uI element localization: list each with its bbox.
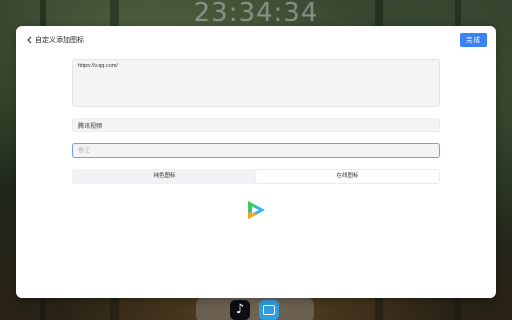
remark-input[interactable]	[72, 143, 440, 158]
lockscreen-clock: 23:34:34	[193, 0, 319, 28]
url-input[interactable]: https://v.qq.com/	[72, 59, 440, 107]
tencent-video-icon[interactable]	[244, 198, 268, 222]
tiktok-icon[interactable]: ♪	[230, 300, 250, 320]
bilibili-icon[interactable]	[259, 300, 279, 320]
icon-type-switcher: 纯色图标 在线图标	[72, 169, 440, 184]
dialog-title: 自定义添加图标	[35, 36, 84, 44]
done-button[interactable]: 完成	[460, 33, 487, 47]
tab-online-icon[interactable]: 在线图标	[256, 170, 439, 183]
name-input[interactable]	[72, 118, 440, 132]
tab-solid-color-icon[interactable]: 纯色图标	[73, 170, 256, 183]
custom-icon-dialog: 自定义添加图标 完成 https://v.qq.com/ 纯色图标 在线图标	[16, 26, 496, 298]
home-screen: 23:34:34 ♪ 自定义添加图标 完成 https://v.qq.com/ …	[0, 0, 512, 320]
dock	[196, 297, 314, 320]
dialog-header: 自定义添加图标 完成	[16, 26, 496, 54]
